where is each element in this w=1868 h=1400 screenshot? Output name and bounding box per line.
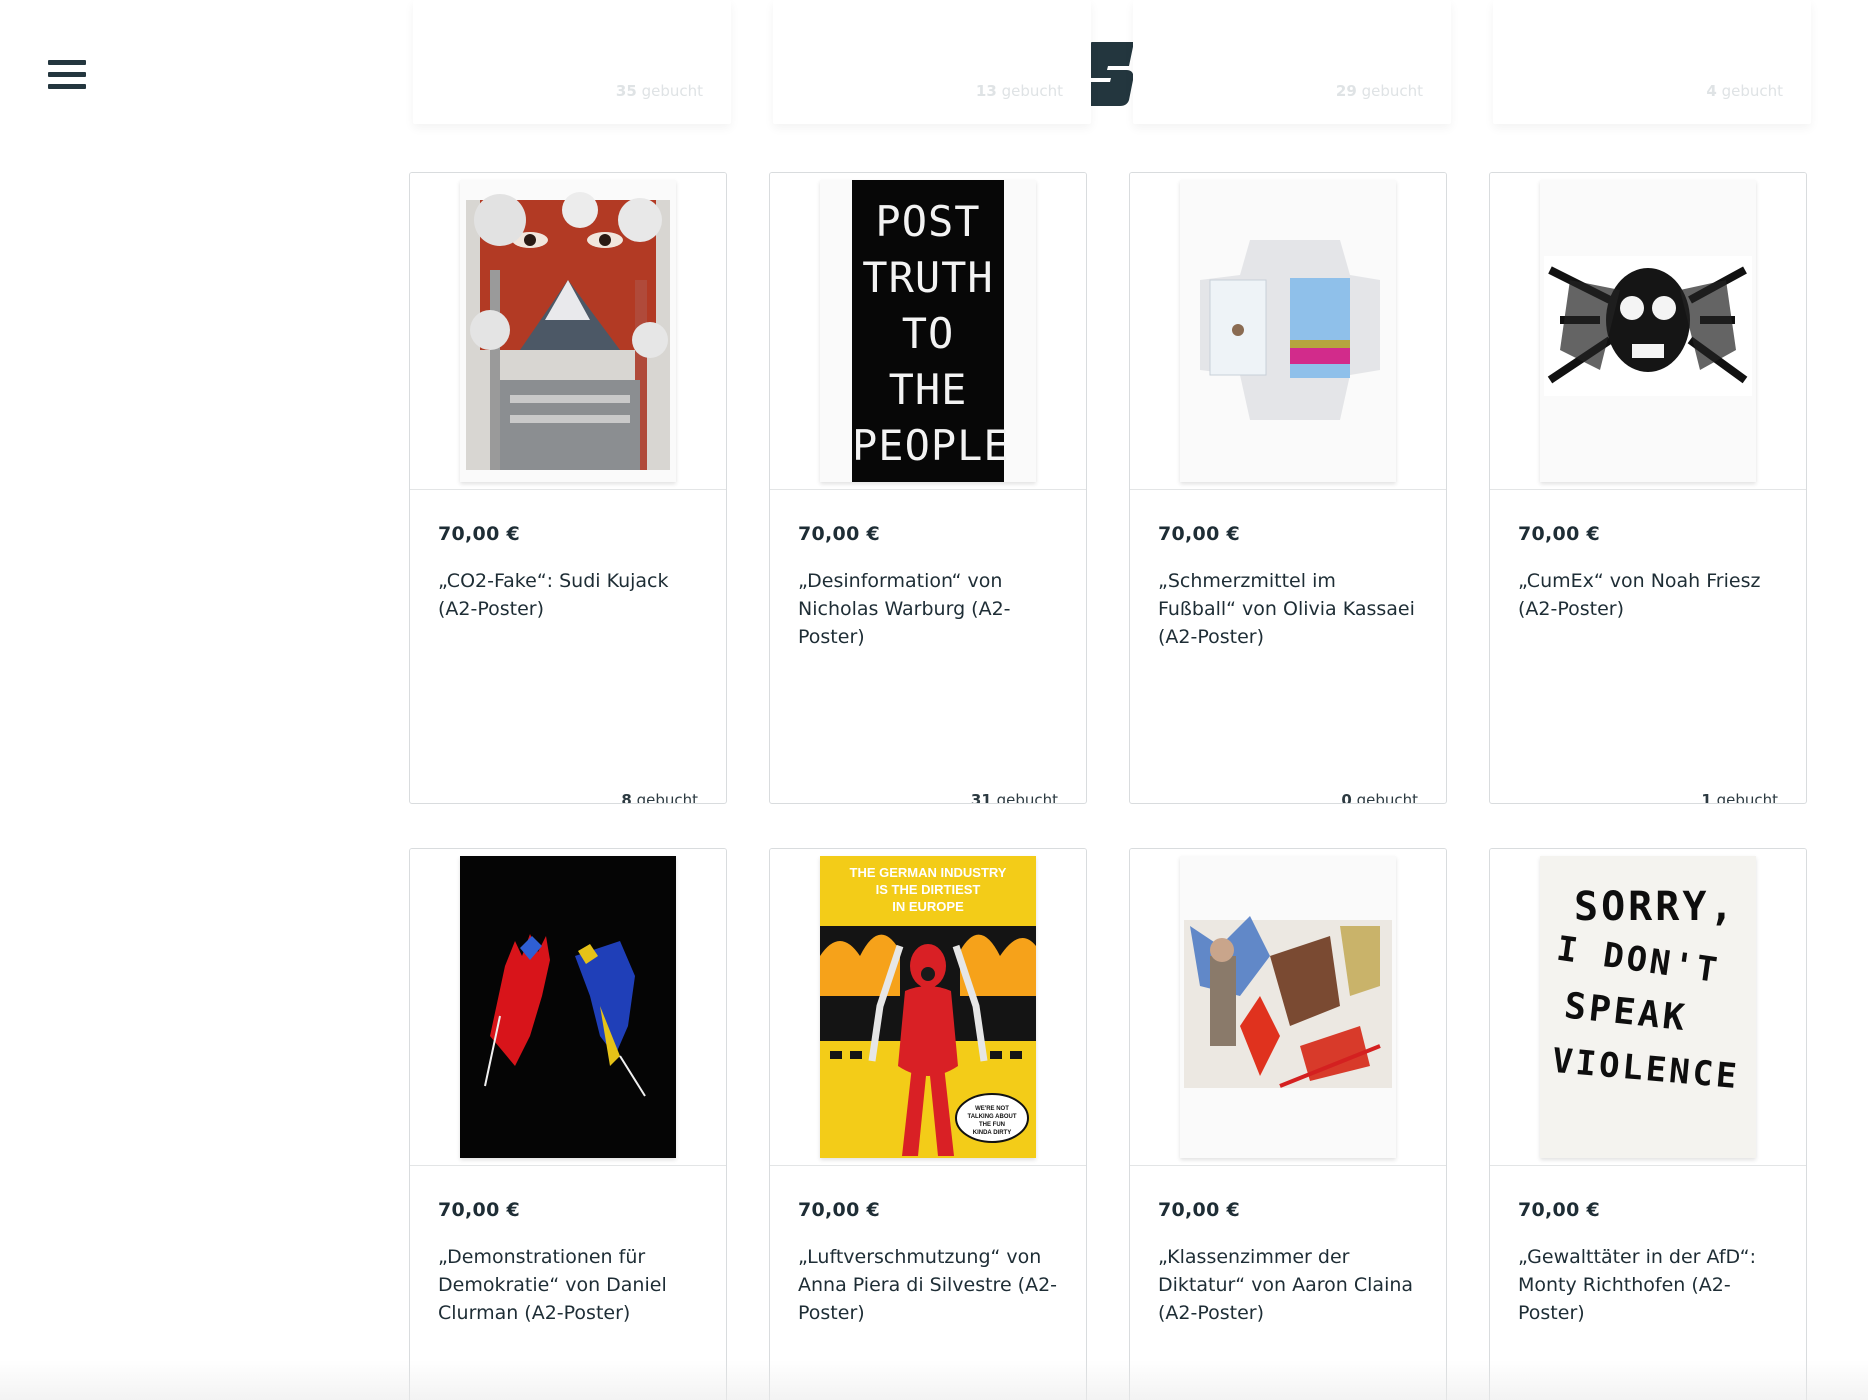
product-price: 70,00 € (798, 1199, 881, 1221)
product-image[interactable] (410, 849, 726, 1166)
product-card[interactable]: POST TRUTH TO THE PEOPLE 70,00 € „Desinf… (769, 172, 1087, 804)
product-image[interactable] (1130, 173, 1446, 490)
booked-count: 1 gebucht (1701, 791, 1778, 804)
product-image[interactable] (410, 173, 726, 490)
booked-count: 4 gebucht (1706, 82, 1783, 100)
product-image[interactable] (1130, 849, 1446, 1166)
product-card[interactable]: THE GERMAN INDUSTRY IS THE DIRTIEST IN E… (769, 848, 1087, 1400)
product-image[interactable] (1490, 173, 1806, 490)
product-image[interactable]: POST TRUTH TO THE PEOPLE (770, 173, 1086, 490)
poster-image (1180, 856, 1396, 1158)
product-price: 70,00 € (1518, 1199, 1601, 1221)
menu-button[interactable] (48, 60, 86, 92)
booked-count: 0 gebucht (1341, 791, 1418, 804)
poster-image: POST TRUTH TO THE PEOPLE (820, 180, 1036, 482)
product-price: 70,00 € (1518, 523, 1601, 545)
product-card-faded[interactable]: 29 gebucht (1133, 0, 1451, 124)
booked-count: 13 gebucht (975, 82, 1063, 100)
poster-image (1180, 180, 1396, 482)
product-title[interactable]: „Desinformation“ von Nicholas Warburg (A… (798, 567, 1058, 651)
booked-count: 31 gebucht (970, 791, 1058, 804)
product-card[interactable]: 70,00 € „Schmerzmittel im Fußball“ von O… (1129, 172, 1447, 804)
booked-count: 35 gebucht (615, 82, 703, 100)
product-price: 70,00 € (438, 523, 521, 545)
product-card-faded[interactable]: 35 gebucht (413, 0, 731, 124)
product-card[interactable]: SORRY, I DON'T SPEAK VIOLENCE 70,00 € „G… (1489, 848, 1807, 1400)
product-card[interactable]: 70,00 € „CO2-Fake“: Sudi Kujack (A2-Post… (409, 172, 727, 804)
product-title[interactable]: „Klassenzimmer der Diktatur“ von Aaron C… (1158, 1243, 1418, 1327)
product-card[interactable]: 70,00 € „Klassenzimmer der Diktatur“ von… (1129, 848, 1447, 1400)
poster-image: THE GERMAN INDUSTRY IS THE DIRTIEST IN E… (820, 856, 1036, 1158)
product-price: 70,00 € (1158, 523, 1241, 545)
product-card-faded[interactable]: 4 gebucht (1493, 0, 1811, 124)
product-card[interactable]: 70,00 € „CumEx“ von Noah Friesz (A2-Post… (1489, 172, 1807, 804)
product-title[interactable]: „CO2-Fake“: Sudi Kujack (A2-Poster) (438, 567, 698, 623)
product-price: 70,00 € (1158, 1199, 1241, 1221)
product-image[interactable]: THE GERMAN INDUSTRY IS THE DIRTIEST IN E… (770, 849, 1086, 1166)
poster-image (1540, 180, 1756, 482)
product-card[interactable]: 70,00 € „Demonstrationen für Demokratie“… (409, 848, 727, 1400)
poster-image (460, 180, 676, 482)
product-title[interactable]: „Luftverschmutzung“ von Anna Piera di Si… (798, 1243, 1058, 1327)
hamburger-icon (48, 60, 86, 65)
booked-count: 8 gebucht (621, 791, 698, 804)
product-card-faded[interactable]: 13 gebucht (773, 0, 1091, 124)
booked-count: 29 gebucht (1335, 82, 1423, 100)
product-title[interactable]: „Schmerzmittel im Fußball“ von Olivia Ka… (1158, 567, 1418, 651)
product-image[interactable]: SORRY, I DON'T SPEAK VIOLENCE (1490, 849, 1806, 1166)
poster-image: SORRY, I DON'T SPEAK VIOLENCE (1540, 856, 1756, 1158)
product-price: 70,00 € (438, 1199, 521, 1221)
product-title[interactable]: „CumEx“ von Noah Friesz (A2-Poster) (1518, 567, 1778, 623)
product-title[interactable]: „Demonstrationen für Demokratie“ von Dan… (438, 1243, 698, 1327)
product-title[interactable]: „Gewalttäter in der AfD“: Monty Richthof… (1518, 1243, 1778, 1327)
product-price: 70,00 € (798, 523, 881, 545)
poster-image (460, 856, 676, 1158)
